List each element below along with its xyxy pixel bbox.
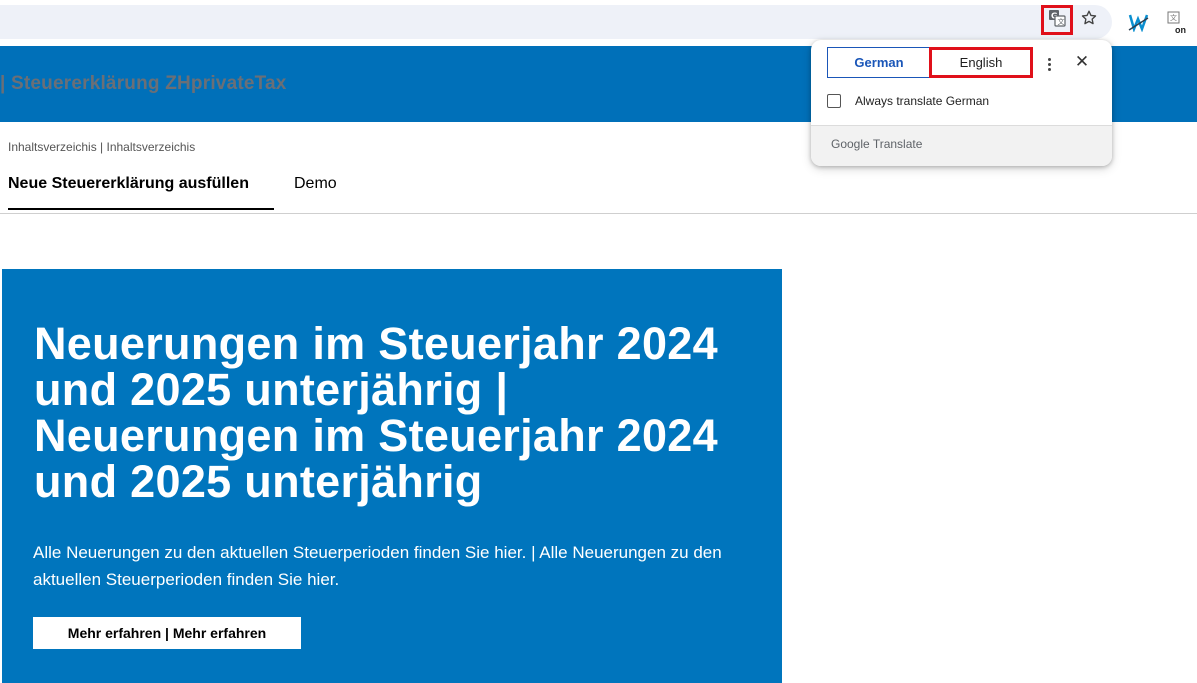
extension-translate-on-icon[interactable]: 文 on	[1164, 9, 1190, 37]
google-translate-logo: Google Translate	[831, 137, 922, 151]
translate-button[interactable]: G 文	[1041, 5, 1073, 35]
tab-bar: Neue Steuererklärung ausfüllen Demo	[0, 165, 1197, 214]
extension-w-icon[interactable]	[1128, 12, 1150, 33]
more-options-icon[interactable]	[1040, 54, 1058, 74]
learn-more-button[interactable]: Mehr erfahren | Mehr erfahren	[33, 617, 301, 649]
site-title[interactable]: | Steuererklärung ZHprivateTax	[0, 73, 287, 95]
target-language-button[interactable]: English	[929, 47, 1033, 78]
footer-brand: Google	[831, 137, 870, 151]
source-language-button[interactable]: German	[827, 47, 931, 78]
star-icon	[1080, 9, 1098, 32]
svg-text:文: 文	[1058, 17, 1065, 26]
translate-icon: G 文	[1048, 9, 1066, 32]
breadcrumb[interactable]: Inhaltsverzeichis | Inhaltsverzeichis	[8, 140, 195, 154]
popup-footer: Google Translate	[811, 125, 1112, 166]
close-icon[interactable]: ✕	[1073, 52, 1091, 71]
tab-demo[interactable]: Demo	[294, 175, 337, 193]
always-translate-label: Always translate German	[855, 94, 990, 108]
translate-popup: German English ✕ Always translate German…	[811, 40, 1112, 166]
svg-text:文: 文	[1170, 13, 1177, 22]
footer-product: Translate	[872, 137, 923, 151]
address-bar[interactable]	[0, 5, 1112, 39]
tab-new-tax-return[interactable]: Neue Steuererklärung ausfüllen	[8, 175, 274, 210]
hero-text: Alle Neuerungen zu den aktuellen Steuerp…	[33, 543, 722, 589]
hero-banner: Neuerungen im Steuerjahr 2024 und 2025 u…	[2, 269, 782, 683]
extension-on-badge: on	[1175, 25, 1186, 35]
hero-title: Neuerungen im Steuerjahr 2024 und 2025 u…	[34, 318, 718, 507]
browser-toolbar: G 文 文 on	[0, 0, 1197, 44]
bookmark-star-button[interactable]	[1078, 9, 1100, 31]
always-translate-checkbox[interactable]	[827, 94, 841, 108]
